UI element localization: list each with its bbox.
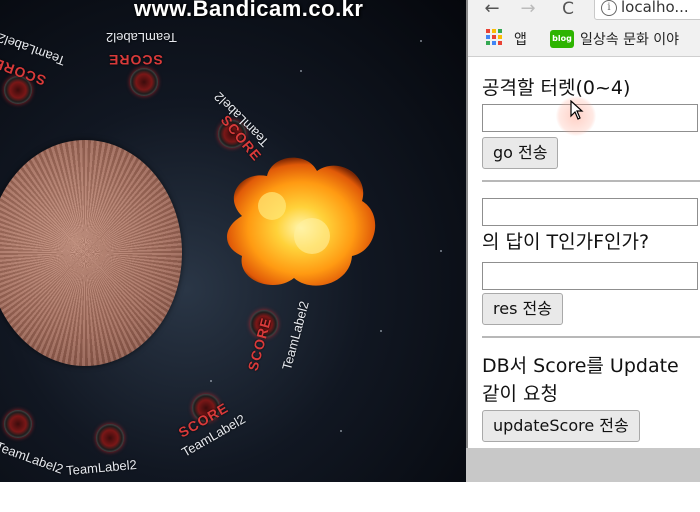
planet-sphere [0, 140, 182, 366]
window-bottom-bar [466, 448, 700, 482]
team-label: TeamLabel2 [65, 456, 138, 479]
browser-window: ← → C i localho... 앱 blog 일상속 문화 이야 공격할 … [466, 0, 700, 482]
page-footer [0, 482, 700, 512]
mouse-cursor-highlight [556, 96, 596, 136]
star [420, 40, 422, 42]
reload-icon[interactable]: C [558, 0, 578, 20]
apps-grid-icon[interactable] [486, 29, 504, 47]
star [210, 380, 212, 382]
turret-icon [92, 420, 128, 456]
divider [482, 336, 700, 338]
back-arrow-icon[interactable]: ← [482, 0, 502, 20]
go-submit-button[interactable]: go 전송 [482, 137, 559, 169]
answer-question-label: 의 답이 T인가F인가? [482, 231, 650, 253]
browser-toolbar: ← → C i localho... [468, 0, 700, 24]
game-canvas[interactable]: www.Bandicam.co.kr TeamLabel2 TeamLabel2… [0, 0, 466, 482]
info-icon[interactable]: i [601, 0, 617, 16]
divider [482, 180, 700, 182]
bookmark-apps[interactable]: 앱 [514, 29, 527, 51]
team-label: TeamLabel2 [0, 438, 66, 477]
score-label: SCORE [108, 52, 163, 68]
update-score-submit-button[interactable]: updateScore 전송 [482, 410, 640, 442]
answer-input[interactable] [482, 262, 698, 290]
update-label-line2: 같이 요청 [482, 383, 558, 405]
cursor-arrow-icon [570, 100, 584, 120]
res-submit-button[interactable]: res 전송 [482, 293, 563, 325]
update-label-line1: DB서 Score를 Update [482, 355, 679, 377]
bookmark-blog[interactable]: 일상속 문화 이야 [580, 29, 679, 51]
team-label: TeamLabel2 [106, 30, 177, 45]
blog-icon[interactable]: blog [550, 30, 574, 48]
star [300, 70, 302, 72]
turret-icon [0, 406, 36, 442]
address-bar[interactable]: i localho... [594, 0, 700, 20]
star [380, 330, 382, 332]
forward-arrow-icon[interactable]: → [518, 0, 538, 20]
turret-label: 공격할 터렛(0~4) [482, 77, 631, 99]
turret-icon [126, 64, 162, 100]
explosion-effect [226, 157, 376, 286]
team-label: TeamLabel2 [279, 299, 312, 372]
recording-watermark: www.Bandicam.co.kr [134, 0, 364, 21]
address-url: localho... [621, 0, 689, 16]
star [340, 430, 342, 432]
question-input[interactable] [482, 198, 698, 226]
star [440, 250, 442, 252]
